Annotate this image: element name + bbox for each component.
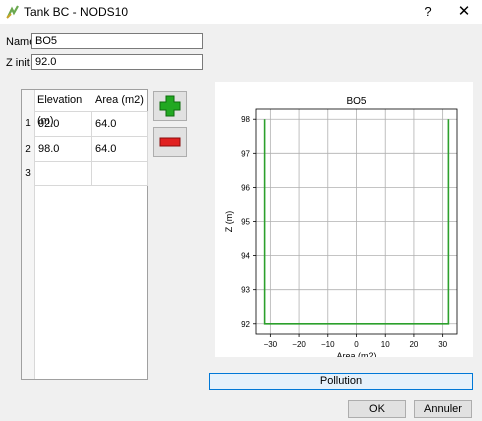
window-title: Tank BC - NODS10: [24, 5, 129, 19]
x-tick-label: 0: [354, 340, 359, 349]
y-axis-label: Z (m): [224, 211, 234, 233]
minus-icon: [159, 137, 181, 147]
table-cell[interactable]: 92.0: [35, 111, 92, 137]
close-button[interactable]: ✕: [452, 3, 476, 21]
table-corner[interactable]: [22, 90, 35, 111]
ok-button[interactable]: OK: [348, 400, 406, 418]
x-axis-label: Area (m2): [336, 351, 376, 357]
y-tick-label: 98: [241, 115, 250, 124]
table-cell[interactable]: 64.0: [92, 137, 148, 162]
y-tick-label: 93: [241, 286, 250, 295]
row-header[interactable]: 2: [22, 137, 35, 162]
x-tick-label: −10: [321, 340, 335, 349]
zinit-label: Z init: [6, 57, 30, 69]
x-tick-label: −30: [264, 340, 278, 349]
row-header-empty: [22, 186, 35, 379]
cancel-button[interactable]: Annuler: [414, 400, 472, 418]
chart-title: BO5: [346, 96, 366, 107]
table-cell[interactable]: 98.0: [35, 137, 92, 162]
table-cell[interactable]: [92, 162, 148, 186]
y-tick-label: 92: [241, 320, 250, 329]
table-cell[interactable]: 64.0: [92, 111, 148, 137]
elevation-area-table[interactable]: Elevation (m) Area (m2) 1 92.0 64.0 2 98…: [21, 89, 148, 380]
y-tick-label: 97: [241, 149, 250, 158]
y-tick-label: 94: [241, 252, 250, 261]
title-bar: Tank BC - NODS10 ? ✕: [0, 0, 482, 24]
column-header-elevation[interactable]: Elevation (m): [35, 90, 93, 127]
row-header[interactable]: 1: [22, 111, 35, 137]
y-tick-label: 95: [241, 218, 250, 227]
profile-chart: −30 −20 −10 0 10 20 30 92 93 94 95 96 97 98 BO5 Area (m…: [224, 96, 458, 361]
pollution-button[interactable]: Pollution: [209, 373, 473, 390]
plus-icon: [159, 95, 181, 117]
x-tick-label: −20: [292, 340, 306, 349]
app-logo-icon: [6, 5, 20, 19]
help-button[interactable]: ?: [418, 3, 438, 21]
x-tick-label: 20: [409, 340, 418, 349]
x-tick-label: 10: [381, 340, 390, 349]
zinit-input[interactable]: 92.0: [31, 54, 203, 70]
name-input[interactable]: BO5: [31, 33, 203, 49]
chart-panel: −30 −20 −10 0 10 20 30 92 93 94 95 96 97 98 BO5 Area (m…: [215, 82, 473, 361]
y-tick-label: 96: [241, 183, 250, 192]
remove-row-button[interactable]: [153, 127, 187, 157]
column-header-area[interactable]: Area (m2): [92, 90, 147, 112]
row-header[interactable]: 3: [22, 162, 35, 186]
table-cell[interactable]: [35, 162, 92, 186]
x-tick-label: 30: [438, 340, 447, 349]
add-row-button[interactable]: [153, 91, 187, 121]
